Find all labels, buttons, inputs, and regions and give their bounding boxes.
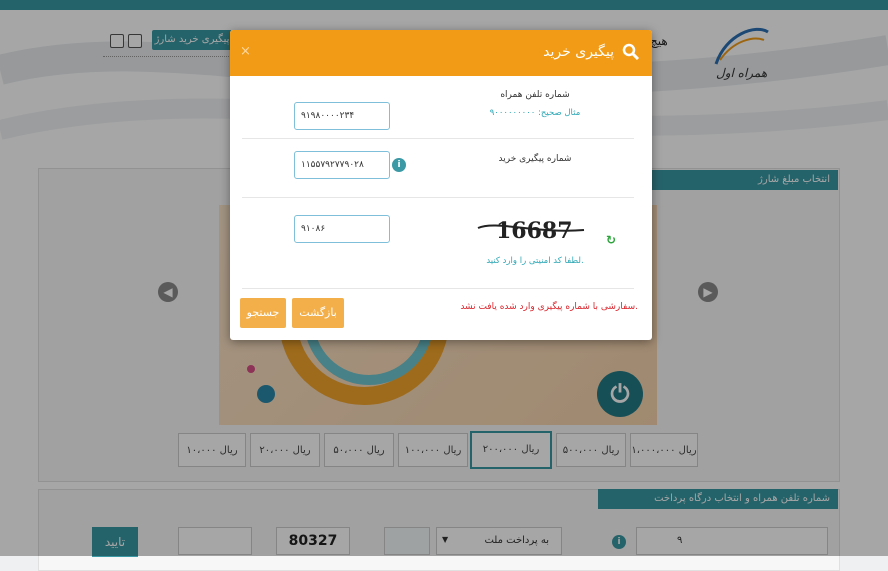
search-icon <box>622 43 640 61</box>
captcha-image: 16687 <box>477 218 585 244</box>
error-message: سفارشی با شماره پیگیری وارد شده یافت نشد… <box>460 302 638 312</box>
tracking-label: شماره پیگیری خرید <box>498 154 572 164</box>
refresh-icon[interactable]: ↻ <box>606 233 616 247</box>
info-icon[interactable]: i <box>392 158 406 172</box>
phone-label: شماره تلفن همراه <box>500 90 570 100</box>
close-icon[interactable]: × <box>240 44 251 59</box>
modal-header: × پیگیری خرید <box>230 30 652 76</box>
tracking-modal: × پیگیری خرید شماره تلفن همراه مثال صحیح… <box>230 30 652 340</box>
back-button[interactable]: بازگشت <box>292 298 344 328</box>
captcha-input[interactable]: ۹۱۰۸۶ <box>294 215 390 243</box>
modal-title: پیگیری خرید <box>543 44 614 60</box>
phone-hint: مثال صحیح: ۹۰۰۰۰۰۰۰۰۰ <box>489 108 581 118</box>
tracking-input[interactable]: ۱۱۵۵۷۹۲۷۷۹۰۲۸ <box>294 151 390 179</box>
captcha-hint: لطفا کد امنیتی را وارد کنید. <box>486 256 584 266</box>
row-divider <box>242 138 634 139</box>
row-divider <box>242 197 634 198</box>
row-divider <box>242 288 634 289</box>
search-button[interactable]: جستجو <box>240 298 286 328</box>
phone-input[interactable]: ۹۱۹۸۰۰۰۰۲۳۴ <box>294 102 390 130</box>
